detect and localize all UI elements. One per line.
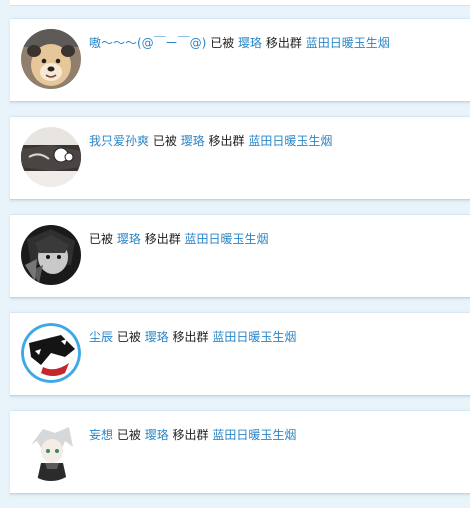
removed-label: 已被: [152, 134, 177, 148]
removed-label: 已被: [89, 232, 114, 246]
admin-link[interactable]: 璎珞: [238, 36, 262, 50]
wolf-avatar[interactable]: [21, 323, 81, 383]
notification-card: 嗷～～～(@￣ー￣@) 已被 璎珞 移出群 蓝田日暖玉生烟: [10, 18, 470, 102]
notification-text: 嗷～～～(@￣ー￣@) 已被 璎珞 移出群 蓝田日暖玉生烟: [89, 35, 390, 51]
group-link[interactable]: 蓝田日暖玉生烟: [185, 232, 269, 246]
previous-card-edge: [10, 0, 470, 6]
action-label: 移出群: [144, 232, 181, 246]
notification-text: 尘辰 已被 璎珞 移出群 蓝田日暖玉生烟: [89, 329, 296, 345]
admin-link[interactable]: 璎珞: [181, 134, 205, 148]
removed-label: 已被: [210, 36, 235, 50]
user-link[interactable]: 妄想: [89, 428, 113, 442]
removed-label: 已被: [116, 330, 141, 344]
action-label: 移出群: [172, 330, 209, 344]
group-link[interactable]: 蓝田日暖玉生烟: [212, 428, 296, 442]
action-label: 移出群: [265, 36, 302, 50]
action-label: 移出群: [172, 428, 209, 442]
user-link[interactable]: 嗷～～～(@￣ー￣@): [89, 36, 206, 50]
admin-link[interactable]: 璎珞: [145, 330, 169, 344]
notification-card: 已被 璎珞 移出群 蓝田日暖玉生烟: [10, 214, 470, 298]
group-link[interactable]: 蓝田日暖玉生烟: [212, 330, 296, 344]
user-link[interactable]: 我只爱孙爽: [89, 134, 149, 148]
group-link[interactable]: 蓝田日暖玉生烟: [248, 134, 332, 148]
dark-anime-avatar[interactable]: [21, 225, 81, 285]
white-hair-avatar[interactable]: [21, 421, 81, 481]
action-label: 移出群: [208, 134, 245, 148]
notification-text: 妄想 已被 璎珞 移出群 蓝田日暖玉生烟: [89, 427, 296, 443]
anime-avatar[interactable]: [21, 127, 81, 187]
notification-feed: 嗷～～～(@￣ー￣@) 已被 璎珞 移出群 蓝田日暖玉生烟 我只爱孙爽 已被 璎…: [10, 18, 470, 508]
dog-avatar[interactable]: [21, 29, 81, 89]
group-link[interactable]: 蓝田日暖玉生烟: [306, 36, 390, 50]
notification-text: 我只爱孙爽 已被 璎珞 移出群 蓝田日暖玉生烟: [89, 133, 332, 149]
removed-label: 已被: [116, 428, 141, 442]
notification-card: 妄想 已被 璎珞 移出群 蓝田日暖玉生烟: [10, 410, 470, 494]
notification-text: 已被 璎珞 移出群 蓝田日暖玉生烟: [89, 231, 269, 247]
notification-card: 尘辰 已被 璎珞 移出群 蓝田日暖玉生烟: [10, 312, 470, 396]
admin-link[interactable]: 璎珞: [117, 232, 141, 246]
user-link[interactable]: 尘辰: [89, 330, 113, 344]
admin-link[interactable]: 璎珞: [145, 428, 169, 442]
notification-card: 我只爱孙爽 已被 璎珞 移出群 蓝田日暖玉生烟: [10, 116, 470, 200]
